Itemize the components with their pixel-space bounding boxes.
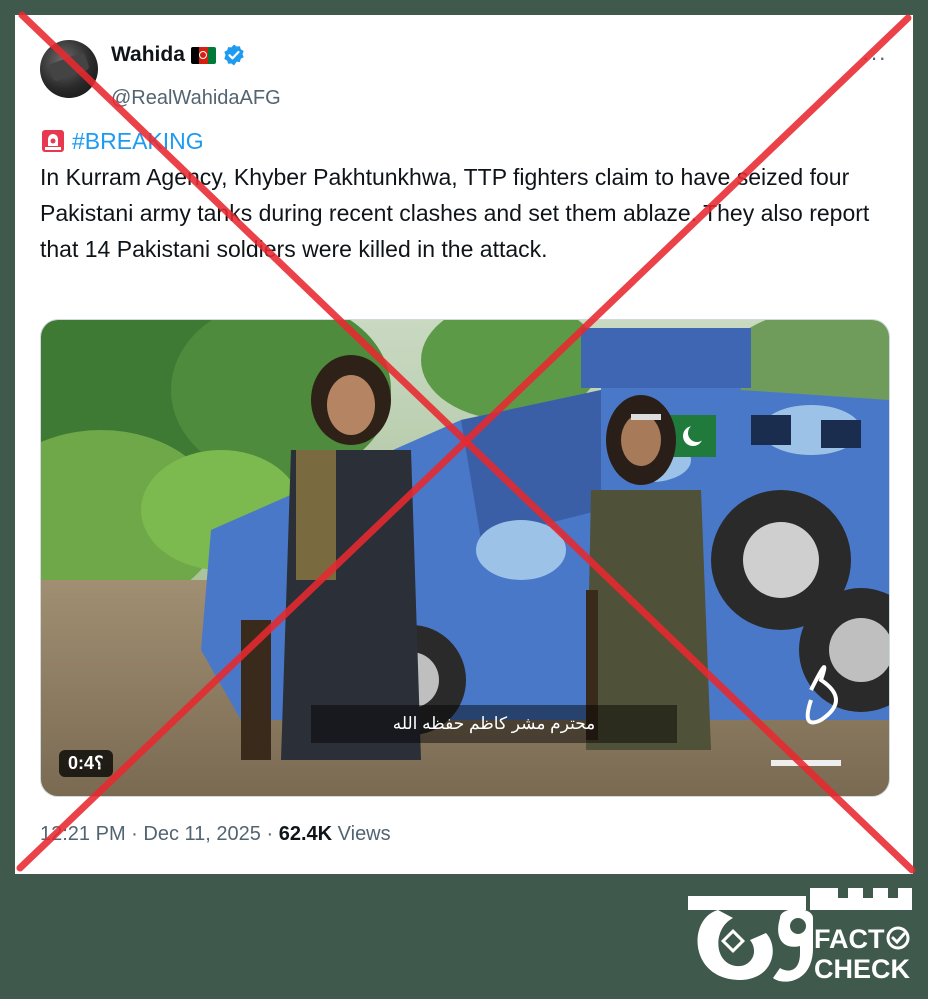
afghan-flag-icon [190,46,216,64]
meta-separator: · [266,823,274,845]
checkmark-circle-icon [886,926,910,950]
author-handle[interactable]: @RealWahidaAFG [111,87,281,110]
tweet-time[interactable]: 12:21 PM [40,823,126,845]
tweet-card: Wahida @RealWahidaAFG ··· #BREAKING In K… [15,15,913,874]
siren-icon [40,128,66,154]
views-label: Views [337,823,391,845]
tweet-text: #BREAKING In Kurram Agency, Khyber Pakht… [40,123,870,267]
fact-check-logo-graphic: FACT CHECK [688,888,912,984]
verified-badge-icon [222,43,246,67]
author-name[interactable]: Wahida [111,43,185,67]
video-duration: 0:4؟ [59,750,113,777]
fact-check-logo: FACT CHECK [688,888,918,988]
video-player[interactable]: محترم مشر کاظم حفظه الله 0:4؟ [40,319,890,797]
logo-fact-text: FACT [814,924,885,954]
views-count: 62.4K [278,823,333,845]
more-icon[interactable]: ··· [862,45,887,71]
logo-check-text: CHECK [814,954,911,984]
video-subtitle: محترم مشر کاظم حفظه الله [311,705,677,743]
tweet-meta: 12:21 PM · Dec 11, 2025 · 62.4K Views [40,823,391,846]
meta-separator: · [131,823,138,845]
avatar[interactable] [40,40,98,98]
hashtag-link[interactable]: #BREAKING [72,123,204,159]
tweet-date[interactable]: Dec 11, 2025 [143,823,261,845]
tweet-body: In Kurram Agency, Khyber Pakhtunkhwa, TT… [40,164,870,262]
author-row: Wahida [111,43,246,67]
